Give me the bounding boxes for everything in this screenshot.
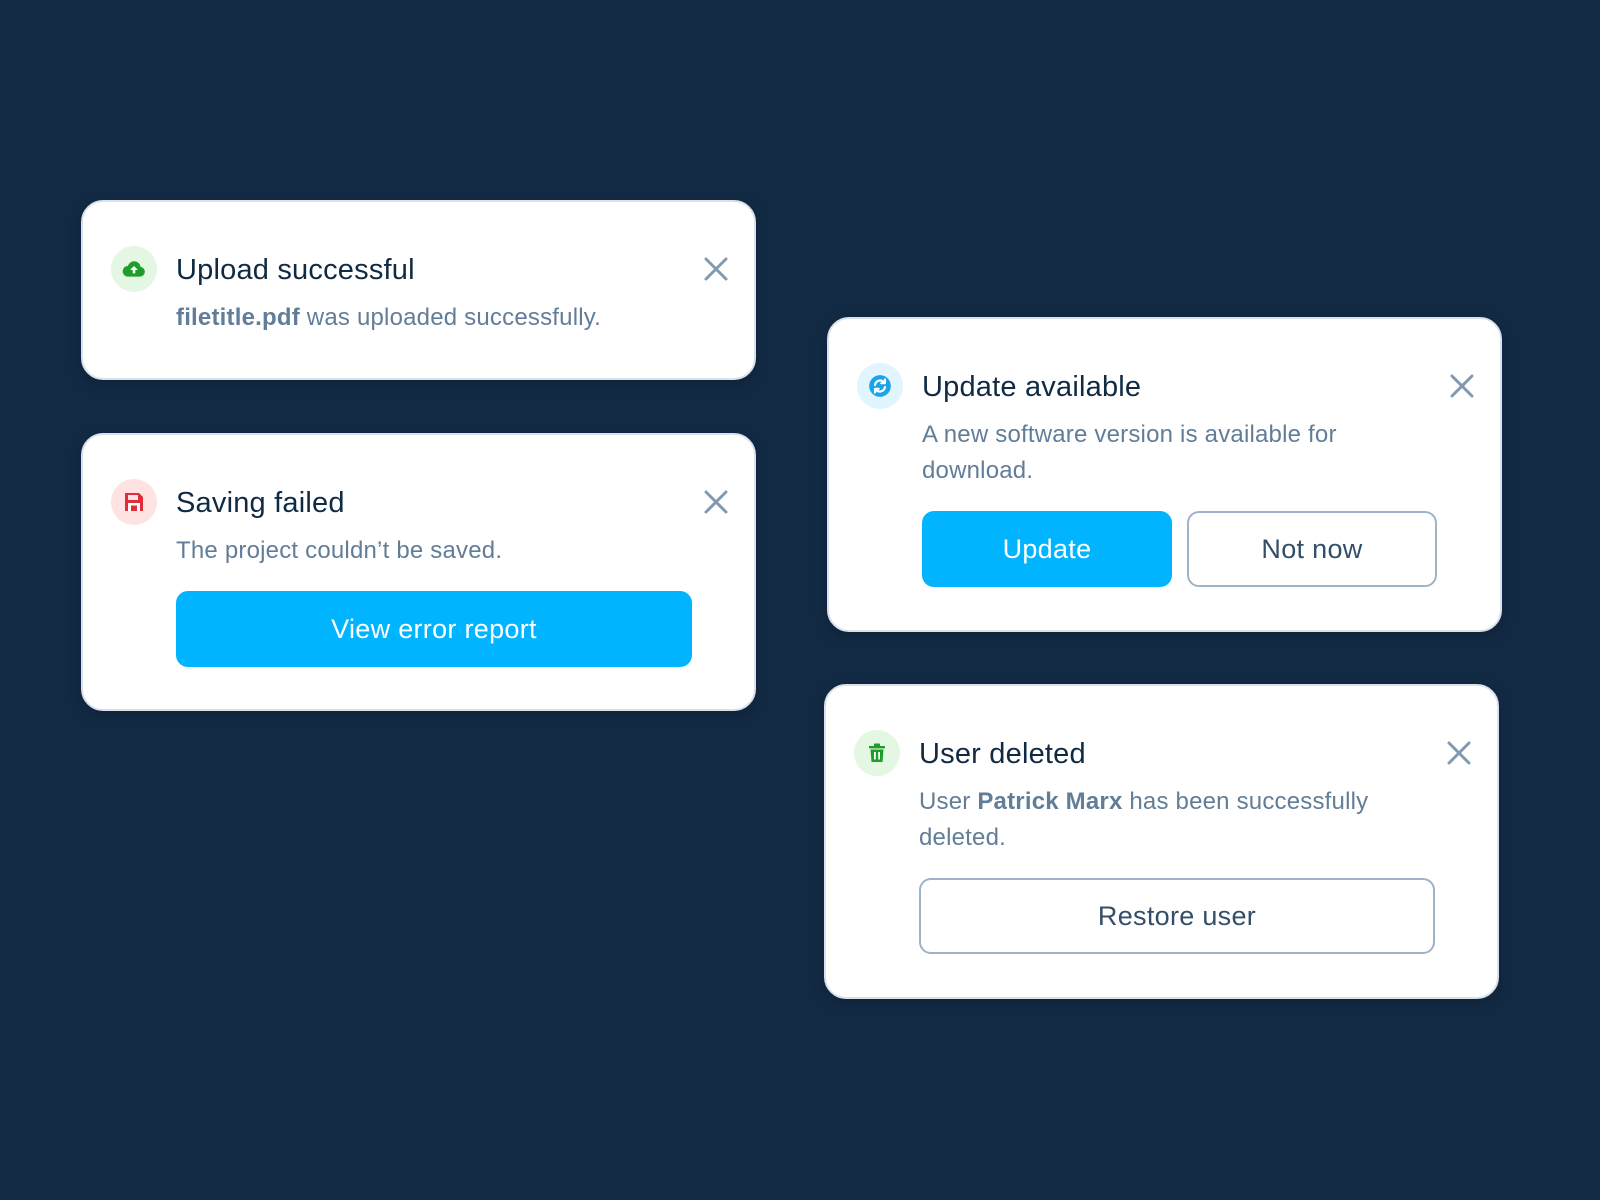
close-icon[interactable]	[702, 488, 730, 516]
refresh-icon	[857, 363, 903, 409]
view-error-report-button[interactable]: View error report	[176, 591, 692, 667]
toast-message: User Patrick Marx has been successfully …	[919, 784, 1397, 856]
toast-title: Upload successful	[176, 254, 415, 286]
update-button[interactable]: Update	[922, 511, 1172, 587]
toast-title: User deleted	[919, 738, 1086, 770]
message-text: was uploaded successfully.	[299, 304, 602, 331]
toast-upload-successful: Upload successful filetitle.pdf was uplo…	[81, 200, 756, 380]
toast-user-deleted: User deleted User Patrick Marx has been …	[824, 684, 1499, 999]
not-now-button[interactable]: Not now	[1187, 511, 1437, 587]
toast-message: The project couldn’t be saved.	[176, 537, 503, 564]
close-icon[interactable]	[702, 255, 730, 283]
toast-message: filetitle.pdf was uploaded successfully.	[176, 300, 654, 336]
close-icon[interactable]	[1445, 739, 1473, 767]
restore-user-button[interactable]: Restore user	[919, 878, 1435, 954]
cloud-upload-icon	[111, 246, 157, 292]
toast-title: Update available	[922, 371, 1142, 403]
message-prefix: User	[919, 788, 978, 815]
toast-saving-failed: Saving failed The project couldn’t be sa…	[81, 433, 756, 711]
toast-title: Saving failed	[176, 487, 345, 519]
toast-message: A new software version is available for …	[922, 421, 1337, 484]
close-icon[interactable]	[1448, 372, 1476, 400]
trash-icon	[854, 730, 900, 776]
file-name: filetitle.pdf	[176, 304, 300, 331]
toast-update-available: Update available A new software version …	[827, 317, 1502, 632]
save-icon	[111, 479, 157, 525]
user-name: Patrick Marx	[977, 788, 1123, 815]
